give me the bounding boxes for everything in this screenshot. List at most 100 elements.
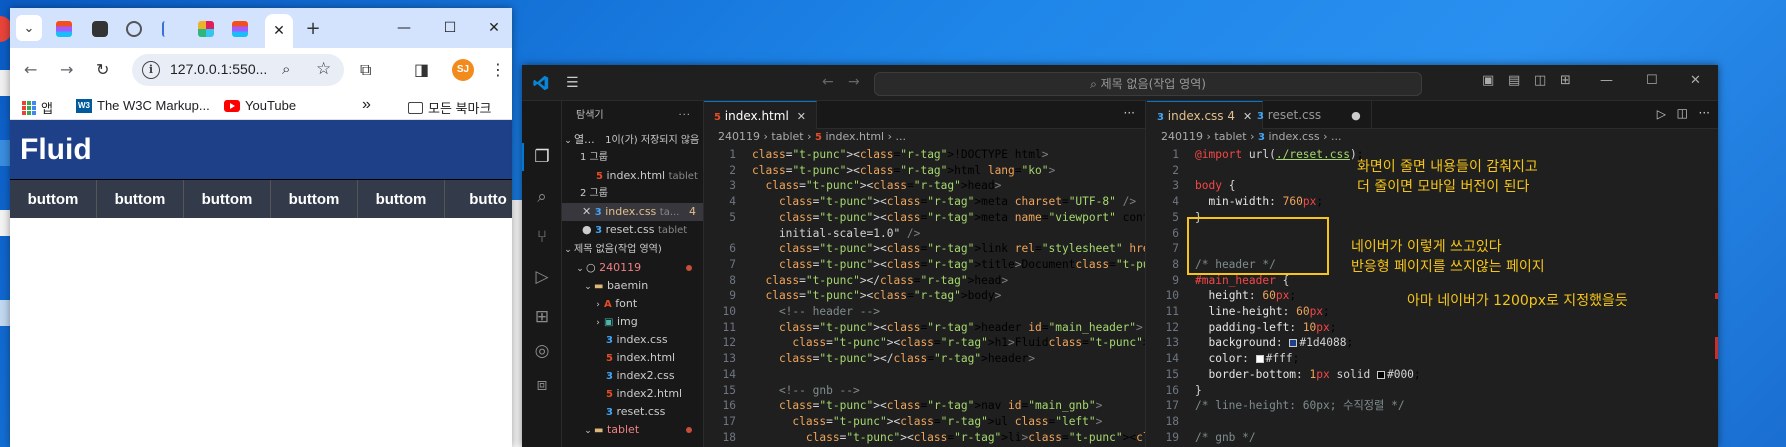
file-row[interactable]: 3 index.css xyxy=(562,331,703,349)
code-line[interactable]: class="t-punc"></class="r-tag">head> xyxy=(752,273,1008,289)
back-arrow-icon[interactable]: ← xyxy=(24,60,37,79)
folder-row[interactable]: › A font xyxy=(562,295,703,313)
tab-search-button[interactable]: ⌄ xyxy=(16,15,42,41)
gnb-link[interactable]: buttom xyxy=(10,180,97,218)
chat-tab-icon[interactable] xyxy=(92,21,108,37)
file-row[interactable]: 5 index.html xyxy=(562,349,703,367)
figma-tab-icon[interactable] xyxy=(232,21,248,37)
nav-forward-icon[interactable]: → xyxy=(848,74,860,90)
bookmark-w3c[interactable]: W3 The W3C Markup... xyxy=(76,98,210,113)
code-line[interactable]: class="t-punc"><class="r-tag">li>class="… xyxy=(752,430,1145,446)
open-editor-item[interactable]: 5 index.html tablet xyxy=(562,167,703,185)
split-editor-icon[interactable]: ◫ xyxy=(1677,106,1688,120)
breadcrumb-item[interactable]: ... xyxy=(896,130,907,143)
side-panel-icon[interactable]: ◨ xyxy=(414,60,429,79)
code-line[interactable]: class="t-punc"><class="r-tag">!DOCTYPE h… xyxy=(752,147,1048,163)
maximize-button[interactable]: ☐ xyxy=(438,16,462,40)
bookmark-apps[interactable]: 앱 xyxy=(22,98,53,117)
code-line[interactable]: class="t-punc"></class="r-tag">header> xyxy=(752,351,1035,367)
code-line[interactable]: class="t-punc"><class="r-tag">html lang=… xyxy=(752,163,1055,179)
file-row[interactable]: 3 index2.css xyxy=(562,367,703,385)
code-line[interactable]: line-height: 60px; xyxy=(1195,304,1329,320)
code-line[interactable]: @import url(./reset.css); xyxy=(1195,147,1363,163)
code-line[interactable]: class="t-punc"><class="r-tag">ul class="… xyxy=(752,414,1102,430)
code-line[interactable]: <!-- header --> xyxy=(752,304,880,320)
figma-icon[interactable]: ◎ xyxy=(532,341,552,361)
run-debug-icon[interactable]: ▷ xyxy=(532,267,552,287)
breadcrumb-item[interactable]: ... xyxy=(1331,130,1342,143)
code-line[interactable]: class="t-punc"><class="r-tag">body> xyxy=(752,288,1001,304)
folder-row[interactable]: ⌄ ▬ tablet xyxy=(562,421,703,439)
search-icon[interactable]: ⌕ xyxy=(532,187,552,207)
toggle-sidebar-icon[interactable]: ▣ xyxy=(1482,73,1494,88)
file-row[interactable]: 5 index2.html xyxy=(562,385,703,403)
source-control-icon[interactable]: ⑂ xyxy=(532,227,552,247)
code-line[interactable]: height: 60px; xyxy=(1195,288,1296,304)
gnb-link[interactable]: buttom xyxy=(184,180,271,218)
folder-row[interactable]: › ▣ img xyxy=(562,313,703,331)
remote-icon[interactable]: ⧈ xyxy=(532,375,552,395)
toggle-panel-icon[interactable]: ▤ xyxy=(1508,73,1520,88)
address-bar[interactable]: i 127.0.0.1:550... ⌕ ☆ xyxy=(132,54,344,86)
menu-kebab-icon[interactable]: ⋮ xyxy=(490,60,506,79)
gnb-link[interactable]: buttom xyxy=(358,180,445,218)
tab-index-html[interactable]: 5 index.html ✕ xyxy=(704,101,817,129)
gnb-link[interactable]: buttom xyxy=(271,180,358,218)
forward-arrow-icon[interactable]: → xyxy=(60,60,73,79)
breadcrumb-item[interactable]: 240119 xyxy=(718,130,760,143)
color-swatch[interactable] xyxy=(1376,370,1385,379)
command-center[interactable]: ⌕ 제목 없음(작업 영역) xyxy=(874,72,1422,96)
profile-avatar[interactable]: SJ xyxy=(452,59,474,81)
more-actions-icon[interactable]: ··· xyxy=(678,101,691,131)
gnb-link[interactable]: butto xyxy=(445,180,512,218)
tab-index-css[interactable]: 3 index.css 4 ✕ xyxy=(1147,101,1264,129)
folder-row[interactable]: ⌄ ○ 240119 xyxy=(562,259,703,277)
code-line[interactable]: class="t-punc"><class="r-tag">header id=… xyxy=(752,320,1143,336)
code-line[interactable]: background: #1d4088; xyxy=(1195,335,1353,351)
toggle-secondary-icon[interactable]: ◫ xyxy=(1534,73,1546,88)
code-line[interactable]: class="t-punc"><class="r-tag">link rel="… xyxy=(752,241,1145,257)
extensions-icon[interactable]: ⧉ xyxy=(360,60,371,80)
new-tab-button[interactable]: + xyxy=(300,15,326,41)
code-line[interactable]: body { xyxy=(1195,178,1235,194)
open-editor-item[interactable]: ✕ 3 index.css ta... 4 xyxy=(562,203,703,221)
breadcrumb-item[interactable]: index.html xyxy=(825,130,884,143)
code-line[interactable]: class="t-punc"><class="r-tag">meta name=… xyxy=(752,210,1145,226)
color-swatch[interactable] xyxy=(1255,355,1264,364)
workspace-header[interactable]: ⌄ 제목 없음(작업 영역) xyxy=(562,241,703,259)
dirty-dot-icon[interactable]: ● xyxy=(1351,109,1361,122)
code-line[interactable]: padding-left: 10px; xyxy=(1195,320,1336,336)
editor-more-icon[interactable]: ··· xyxy=(1124,106,1135,120)
code-line[interactable]: initial-scale=1.0" /> xyxy=(752,226,920,242)
code-line[interactable]: class="t-punc"><class="r-tag">nav id="ma… xyxy=(752,398,1102,414)
bookmarks-overflow[interactable]: » xyxy=(362,96,371,114)
url-text[interactable]: 127.0.0.1:550... xyxy=(170,61,267,77)
code-line[interactable]: min-width: 760px; xyxy=(1195,194,1323,210)
minimize-button[interactable]: — xyxy=(1600,73,1613,88)
folder-row[interactable]: ⌄ ▬ baemin xyxy=(562,277,703,295)
bookmark-youtube[interactable]: YouTube xyxy=(224,98,296,113)
reload-icon[interactable]: ↻ xyxy=(96,60,109,79)
code-line[interactable]: border-bottom: 1px solid #000; xyxy=(1195,367,1420,383)
open-editor-item[interactable]: ● 3 reset.css tablet xyxy=(562,221,703,239)
slack-tab-icon[interactable] xyxy=(198,21,214,37)
code-line[interactable]: class="t-punc"><class="r-tag">meta chars… xyxy=(752,194,1136,210)
close-editor-icon[interactable]: ✕ xyxy=(582,205,591,218)
maximize-button[interactable]: ☐ xyxy=(1646,73,1658,88)
close-button[interactable]: ✕ xyxy=(1690,73,1701,88)
layout-icon[interactable]: ⊞ xyxy=(1560,73,1571,88)
nav-back-icon[interactable]: ← xyxy=(822,74,834,90)
code-line[interactable]: class="t-punc"><class="r-tag">head> xyxy=(752,178,1001,194)
code-line[interactable]: <!-- gnb --> xyxy=(752,383,860,399)
tab-reset-css[interactable]: 3 reset.css ● xyxy=(1247,101,1372,129)
run-icon[interactable]: ▷ xyxy=(1657,107,1666,121)
breadcrumb-item[interactable]: tablet xyxy=(1214,130,1246,143)
color-swatch[interactable] xyxy=(1289,339,1298,348)
code-line[interactable]: color: #fff; xyxy=(1195,351,1299,367)
flag-tab-icon[interactable] xyxy=(162,21,178,37)
bookmark-star-icon[interactable]: ☆ xyxy=(316,59,331,79)
globe-tab-icon[interactable] xyxy=(126,21,142,37)
open-editors-header[interactable]: ⌄ 열... 1이(가) 저장되지 않음 xyxy=(562,131,703,149)
code-line[interactable]: /* gnb */ xyxy=(1195,430,1256,446)
gnb-link[interactable]: buttom xyxy=(97,180,184,218)
